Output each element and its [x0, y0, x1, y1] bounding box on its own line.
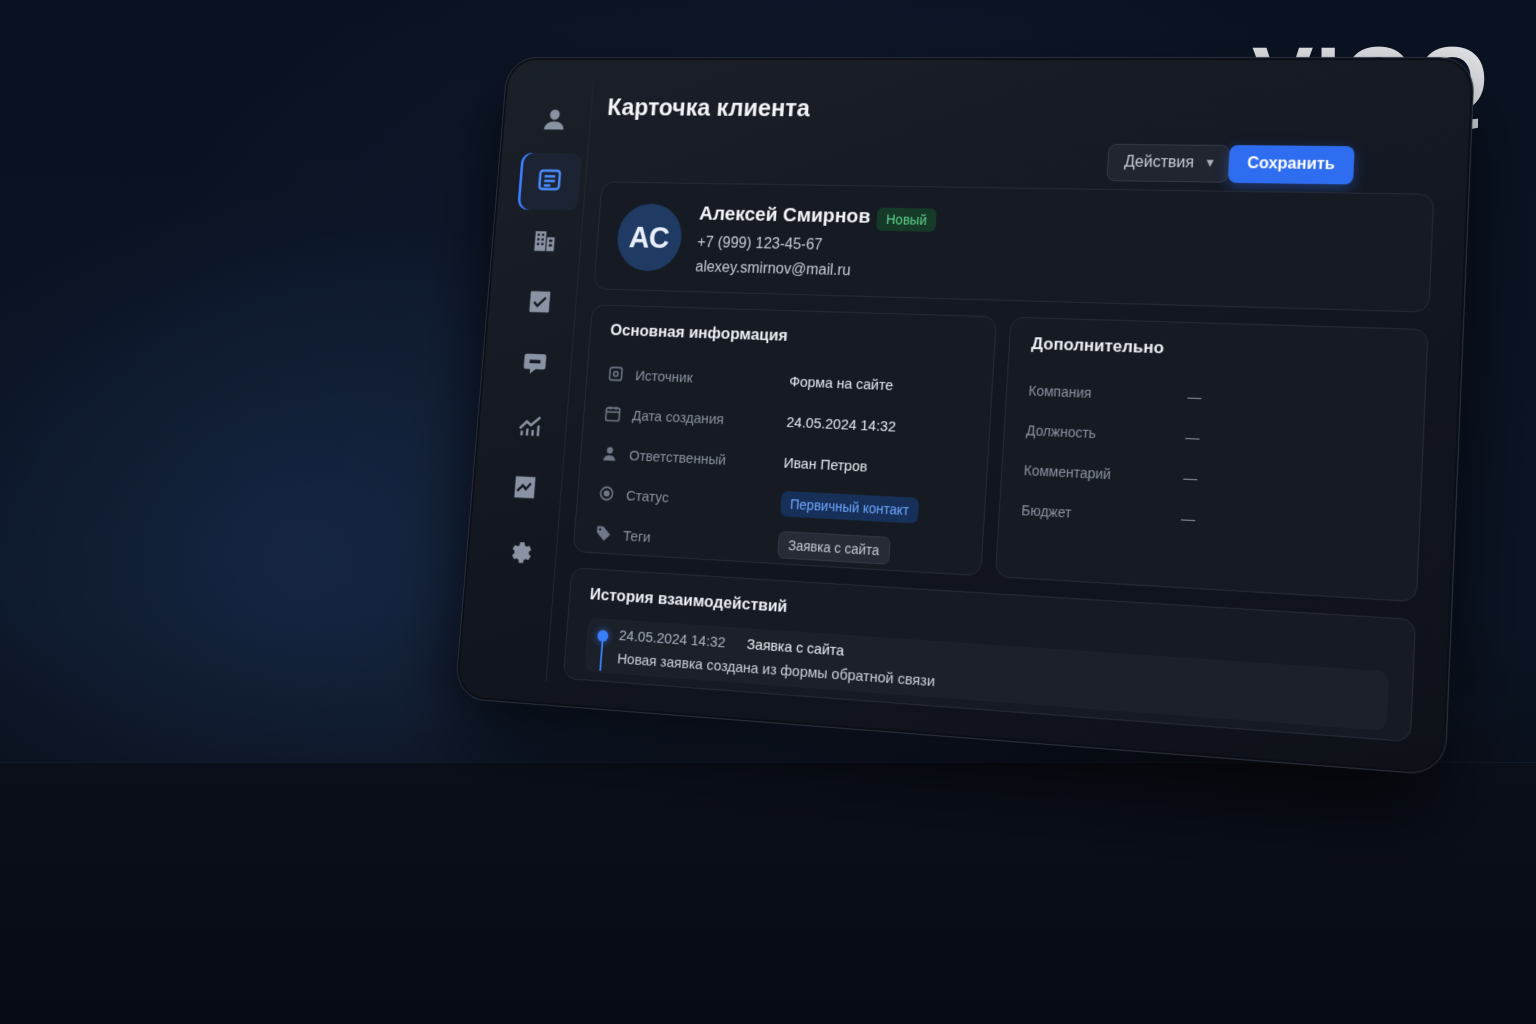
sidebar-item-settings[interactable]: [486, 521, 552, 584]
chevron-down-icon: ▼: [1204, 156, 1217, 170]
gear-icon: [505, 534, 534, 569]
sidebar-item-tasks[interactable]: [507, 274, 572, 333]
trend-chart-icon: [515, 410, 544, 444]
timeline-date: 24.05.2024 14:32: [618, 627, 725, 651]
tag-pill[interactable]: Заявка с сайта: [777, 531, 891, 565]
info-label: Ответственный: [629, 447, 785, 471]
building-icon: [530, 226, 559, 259]
info-label: Статус: [626, 487, 782, 512]
extra-value: —: [1181, 510, 1196, 527]
analytics-icon: [510, 472, 539, 506]
tag-icon: [594, 524, 615, 546]
timeline-title: Заявка с сайта: [746, 636, 844, 660]
timeline-item[interactable]: 24.05.2024 14:32 Заявка с сайта Новая за…: [584, 617, 1389, 730]
person-icon: [600, 444, 621, 466]
extra-label: Бюджет: [1021, 502, 1182, 526]
extra-label: Комментарий: [1023, 462, 1183, 486]
actions-dropdown[interactable]: Действия ▼: [1106, 144, 1230, 183]
floor: [0, 762, 1536, 1024]
card-icon: [535, 165, 563, 198]
timeline-line: [599, 642, 603, 671]
client-phone[interactable]: +7 (999) 123-45-67: [697, 235, 823, 255]
timeline-description: Новая заявка создана из формы обратной с…: [617, 651, 936, 691]
info-value: 24.05.2024 14:32: [786, 414, 896, 435]
basic-info-title: Основная информация: [610, 321, 789, 346]
info-value[interactable]: Иван Петров: [783, 454, 868, 475]
info-label: Источник: [635, 368, 790, 390]
sidebar-item-trends[interactable]: [497, 397, 563, 458]
actions-label: Действия: [1124, 154, 1195, 173]
source-icon: [606, 364, 627, 386]
additional-info-card: Дополнительно Компания — Должность — Ком…: [995, 317, 1429, 603]
info-label: Теги: [622, 528, 778, 553]
additional-info-title: Дополнительно: [1031, 334, 1165, 358]
status-badge: Новый: [876, 208, 937, 232]
extra-label: Компания: [1028, 383, 1188, 405]
device-stage: Карточка клиента Действия ▼ Сохранить АС…: [420, 40, 1480, 760]
user-icon: [540, 105, 568, 137]
client-profile-card: АС Алексей Смирнов Новый +7 (999) 123-45…: [593, 181, 1434, 312]
scene: VIQQ: [0, 0, 1536, 1024]
sidebar-item-client-card[interactable]: [517, 153, 582, 211]
info-label: Дата создания: [632, 407, 787, 430]
main-content: Карточка клиента Действия ▼ Сохранить АС…: [555, 84, 1456, 752]
chat-icon: [520, 348, 549, 382]
client-email[interactable]: alexey.smirnov@mail.ru: [695, 259, 851, 280]
page-title: Карточка клиента: [606, 93, 811, 123]
checkbox-icon: [525, 287, 554, 320]
avatar: АС: [615, 203, 684, 272]
status-icon: [597, 483, 618, 505]
basic-info-card: Основная информация Источник Форма на са…: [573, 304, 997, 576]
status-pill[interactable]: Первичный контакт: [780, 491, 919, 524]
client-name: Алексей Смирнов: [699, 203, 872, 229]
extra-label: Должность: [1026, 422, 1186, 445]
timeline-dot-icon: [597, 630, 609, 642]
sidebar-item-companies[interactable]: [512, 213, 577, 272]
info-value: Форма на сайте: [789, 373, 894, 393]
info-row-source: Источник Форма на сайте: [606, 358, 978, 405]
crm-window: Карточка клиента Действия ▼ Сохранить АС…: [454, 57, 1475, 776]
calendar-icon: [603, 404, 624, 426]
save-button[interactable]: Сохранить: [1228, 145, 1354, 184]
extra-value: —: [1183, 469, 1198, 486]
sidebar-item-messages[interactable]: [502, 335, 567, 395]
sidebar-item-analytics[interactable]: [492, 458, 558, 520]
extra-value: —: [1185, 429, 1200, 446]
sidebar-item-profile[interactable]: [522, 93, 587, 150]
history-title: История взаимодействий: [589, 585, 788, 617]
extra-value: —: [1187, 388, 1202, 405]
